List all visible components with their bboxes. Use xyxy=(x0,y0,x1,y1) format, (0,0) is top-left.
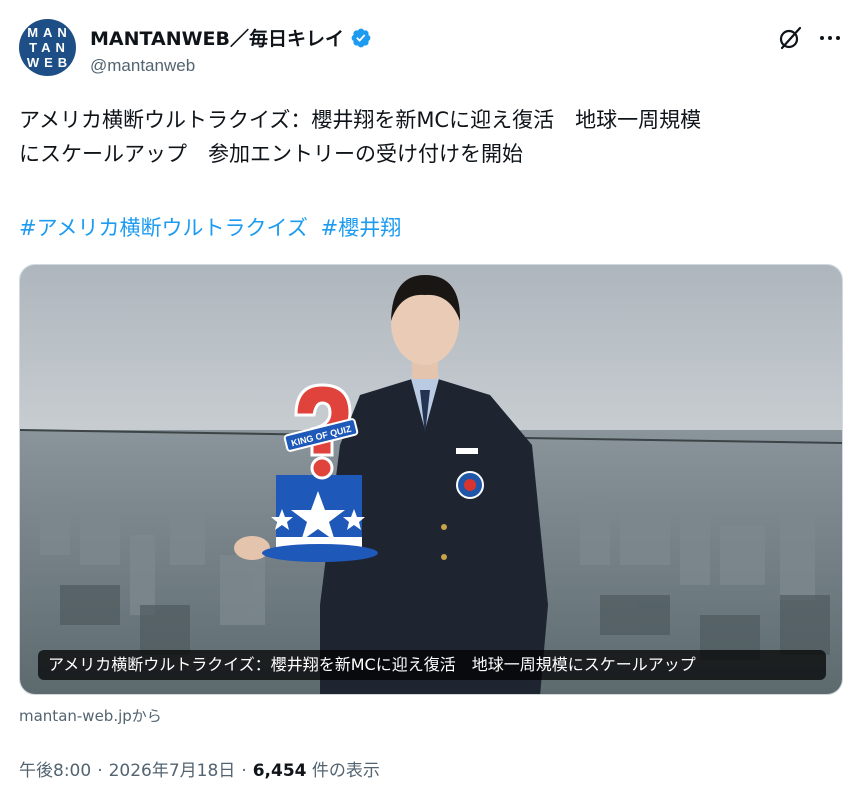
hashtag-link[interactable]: #アメリカ横断ウルトラクイズ xyxy=(19,216,308,240)
link-card[interactable]: KING OF QUIZ アメリカ横断ウルトラクイズ：櫻井翔を新MCに迎え復活 … xyxy=(19,264,843,695)
views-count[interactable]: 6,454 xyxy=(253,761,307,781)
post-date[interactable]: 2026年7月18日 xyxy=(109,756,236,781)
display-name[interactable]: MANTANWEB／毎日キレイ xyxy=(90,24,344,51)
meta-separator: · xyxy=(97,761,103,781)
hashtags: #アメリカ横断ウルトラクイズ #櫻井翔 xyxy=(19,211,407,245)
avatar[interactable]: MAN TAN WEB xyxy=(19,19,76,76)
meta-separator: · xyxy=(241,761,247,781)
grok-icon[interactable] xyxy=(777,25,803,51)
tweet-text: アメリカ横断ウルトラクイズ：櫻井翔を新MCに迎え復活 地球一周規模 にスケールア… xyxy=(19,108,702,166)
handle[interactable]: @mantanweb xyxy=(90,56,195,76)
verified-badge-icon xyxy=(351,28,371,47)
avatar-line-2: TAN xyxy=(29,40,70,55)
tweet-meta: 午後8:00 · 2026年7月18日 · 6,454 件の表示 xyxy=(19,756,380,781)
card-caption: アメリカ横断ウルトラクイズ：櫻井翔を新MCに迎え復活 地球一周規模にスケールアッ… xyxy=(38,650,826,680)
avatar-line-3: WEB xyxy=(26,55,73,70)
card-source-link[interactable]: mantan-web.jpから xyxy=(19,705,162,726)
hashtag-link[interactable]: #櫻井翔 xyxy=(321,216,402,240)
post-time[interactable]: 午後8:00 xyxy=(19,756,91,781)
avatar-line-1: MAN xyxy=(27,25,72,40)
author-name-row[interactable]: MANTANWEB／毎日キレイ xyxy=(90,24,372,51)
card-image: KING OF QUIZ xyxy=(20,265,842,694)
more-icon[interactable] xyxy=(818,26,842,50)
views-label: 件の表示 xyxy=(311,761,380,781)
